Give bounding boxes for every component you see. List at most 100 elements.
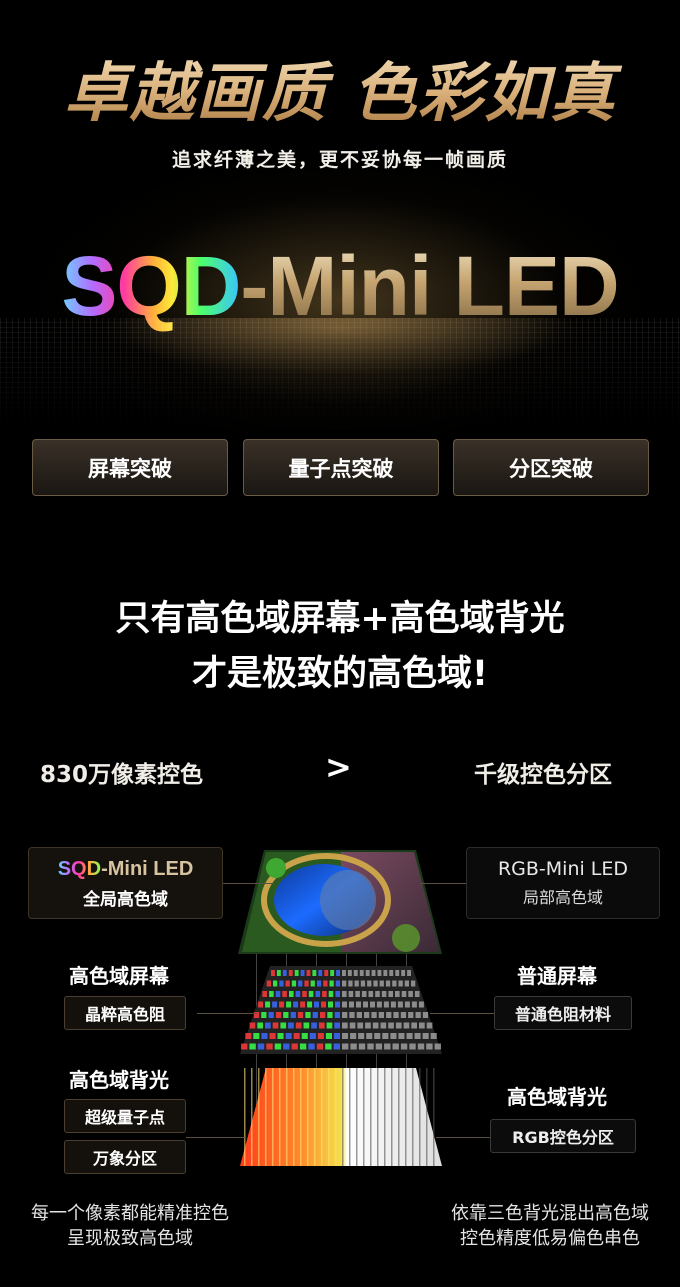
sqd-label-box: SQD-Mini LED 全局高色域 xyxy=(28,847,223,919)
subpixel xyxy=(406,1033,413,1039)
tab-zone-breakthrough[interactable]: 分区突破 xyxy=(453,439,649,496)
subpixel xyxy=(364,1012,370,1018)
subpixel xyxy=(379,980,384,987)
subpixel xyxy=(322,991,327,997)
subpixel xyxy=(269,991,274,997)
subpixel xyxy=(422,1012,429,1018)
subpixel xyxy=(383,1001,389,1008)
subpixel xyxy=(315,991,321,997)
backlight-stripe xyxy=(405,1068,407,1166)
backlight-layer xyxy=(240,1068,442,1166)
subpixel xyxy=(330,970,335,976)
subpixel xyxy=(334,1012,340,1018)
backlight-stripe xyxy=(363,1068,365,1166)
subpixel xyxy=(321,1001,326,1008)
subpixel xyxy=(382,1033,389,1039)
subpixel xyxy=(277,1033,284,1039)
subpixel xyxy=(329,980,334,987)
subpixel xyxy=(409,1043,416,1050)
subpixel xyxy=(274,1043,282,1050)
tab-quantum-dot-breakthrough[interactable]: 量子点突破 xyxy=(243,439,439,496)
connector-line xyxy=(430,1013,494,1014)
subpixel xyxy=(372,1022,379,1029)
subpixel xyxy=(366,1033,373,1039)
subpixel xyxy=(269,1033,276,1039)
subpixel xyxy=(323,980,328,987)
connector-line xyxy=(186,1137,246,1138)
headline-line1: 只有高色域屏幕+高色域背光 xyxy=(115,599,565,639)
subpixel xyxy=(388,991,393,997)
right-footer: 依靠三色背光混出高色域 控色精度低易偏色串色 xyxy=(430,1201,670,1251)
left-footer-line1: 每一个像素都能精准控色 xyxy=(31,1203,229,1224)
subpixel xyxy=(367,980,372,987)
subpixel xyxy=(355,991,360,997)
subpixel xyxy=(397,1001,403,1008)
subpixel xyxy=(336,970,340,976)
subpixel xyxy=(411,980,416,987)
subpixel xyxy=(324,970,329,976)
subpixel xyxy=(401,970,406,976)
subpixel xyxy=(398,980,403,987)
subpixel xyxy=(311,1022,317,1029)
backlight-stripe xyxy=(426,1068,428,1166)
subpixel xyxy=(386,1012,392,1018)
subpixel xyxy=(335,991,340,997)
subpixel xyxy=(342,1012,348,1018)
connector-line xyxy=(223,883,273,884)
subpixel xyxy=(374,1033,381,1039)
subpixel xyxy=(286,1001,292,1008)
tab-screen-breakthrough[interactable]: 屏幕突破 xyxy=(32,439,228,496)
subpixel xyxy=(348,991,354,997)
subpixel xyxy=(305,1012,311,1018)
subpixel xyxy=(249,1043,256,1050)
subpixel xyxy=(363,1001,368,1008)
subpixel xyxy=(261,1012,267,1018)
left-backlight-pill2: 万象分区 xyxy=(64,1140,186,1174)
backlight-stripe xyxy=(321,1068,323,1166)
right-backlight-title: 高色域背光 xyxy=(507,1085,607,1109)
subpixel xyxy=(361,991,367,997)
subpixel xyxy=(301,1033,308,1039)
subpixel xyxy=(257,1043,265,1050)
subpixel xyxy=(342,980,347,987)
backlight-stripe xyxy=(272,1068,274,1166)
subpixel xyxy=(376,1001,382,1008)
subpixel xyxy=(328,1001,333,1008)
subpixel xyxy=(308,991,314,997)
subpixel xyxy=(407,970,411,976)
subpixel xyxy=(368,991,374,997)
subpixel xyxy=(328,991,334,997)
subpixel xyxy=(266,1043,273,1050)
subpixel xyxy=(285,980,290,987)
subpixel xyxy=(316,980,322,987)
subpixel xyxy=(353,970,358,976)
subpixel xyxy=(383,970,388,976)
subpixel xyxy=(258,1001,264,1008)
subpixel xyxy=(325,1043,332,1050)
left-backlight-pill1: 超级量子点 xyxy=(64,1099,186,1133)
subpixel xyxy=(297,1012,304,1018)
subpixel xyxy=(268,1012,274,1018)
subpixel xyxy=(294,970,299,976)
subpixel xyxy=(415,1012,421,1018)
layer-stack-illustration xyxy=(238,850,442,1166)
right-footer-line1: 依靠三色背光混出高色域 xyxy=(451,1203,649,1224)
subpixel xyxy=(403,1022,410,1029)
subpixel xyxy=(389,970,394,976)
subpixel xyxy=(310,980,315,987)
subpixel xyxy=(293,1001,299,1008)
subpixel xyxy=(408,1012,414,1018)
subpixel xyxy=(298,980,303,987)
connector-line xyxy=(197,1013,257,1014)
backlight-stripe xyxy=(370,1068,372,1166)
subpixel xyxy=(314,1001,319,1008)
backlight-stripe xyxy=(300,1068,302,1166)
headline-line2: 才是极致的高色域! xyxy=(192,654,488,694)
subpixel xyxy=(300,1001,306,1008)
subpixel xyxy=(306,970,311,976)
right-backlight-pill: RGB控色分区 xyxy=(490,1119,636,1153)
subpixel xyxy=(400,1012,407,1018)
backlight-stripe xyxy=(286,1068,288,1166)
subpixel xyxy=(299,1043,307,1050)
led-floor-decoration xyxy=(0,318,680,428)
